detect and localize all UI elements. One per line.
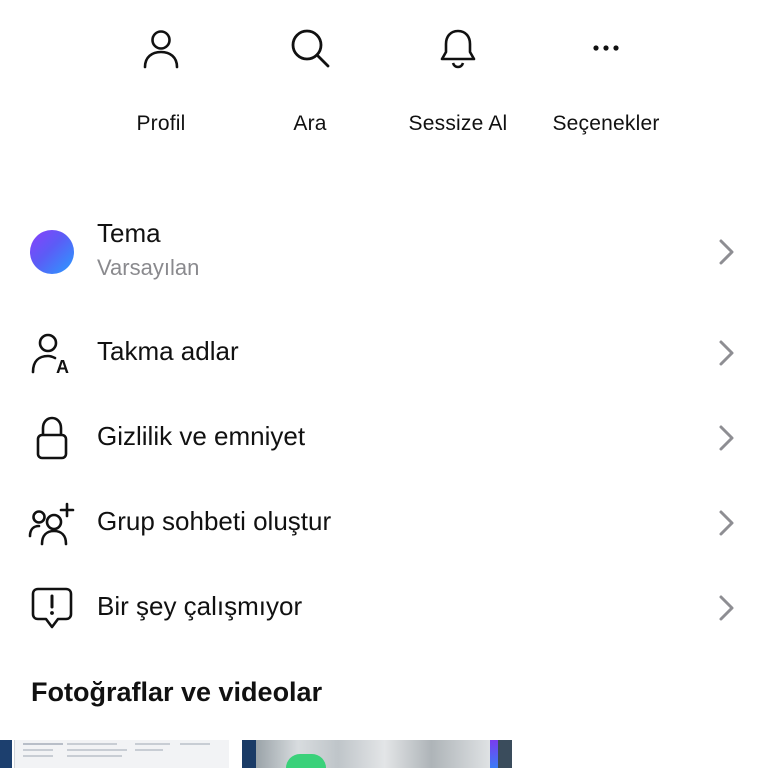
- media-thumbnail[interactable]: [242, 740, 256, 768]
- bell-icon: [383, 24, 533, 72]
- options-button[interactable]: Seçenekler: [531, 24, 681, 136]
- group-add-icon: [28, 499, 76, 547]
- search-button[interactable]: Ara: [235, 24, 385, 136]
- options-label: Seçenekler: [552, 112, 660, 135]
- search-label: Ara: [293, 112, 327, 135]
- profile-label: Profil: [136, 112, 186, 135]
- theme-title: Tema: [97, 218, 161, 248]
- quick-actions-bar: Profil Ara Sessize Al Seçenekler: [0, 0, 768, 140]
- report-problem-row[interactable]: Bir şey çalışmıyor: [0, 577, 768, 639]
- theme-subtitle: Varsayılan: [97, 255, 200, 280]
- media-thumbnail[interactable]: [490, 740, 498, 768]
- nickname-icon: A: [28, 329, 76, 377]
- svg-text:A: A: [56, 357, 69, 376]
- chevron-right-icon: [719, 510, 734, 536]
- media-thumbnail[interactable]: [14, 740, 229, 768]
- profile-button[interactable]: Profil: [86, 24, 236, 136]
- more-icon: [531, 24, 681, 72]
- chevron-right-icon: [719, 239, 734, 265]
- report-problem-icon: [28, 584, 76, 632]
- theme-row[interactable]: Tema Varsayılan: [0, 210, 768, 294]
- chevron-right-icon: [719, 340, 734, 366]
- person-icon: [86, 24, 236, 72]
- mute-label: Sessize Al: [408, 112, 508, 135]
- chevron-right-icon: [719, 425, 734, 451]
- media-thumbnail[interactable]: [498, 740, 512, 768]
- nicknames-title: Takma adlar: [97, 336, 239, 366]
- nicknames-row[interactable]: A Takma adlar: [0, 322, 768, 384]
- media-thumbnail-strip: [0, 740, 768, 768]
- theme-gradient-dot: [28, 228, 76, 276]
- mute-button[interactable]: Sessize Al: [383, 24, 533, 136]
- lock-icon: [28, 414, 76, 462]
- search-icon: [235, 24, 385, 72]
- create-group-title: Grup sohbeti oluştur: [97, 506, 332, 536]
- privacy-title: Gizlilik ve emniyet: [97, 421, 306, 451]
- report-problem-title: Bir şey çalışmıyor: [97, 591, 303, 621]
- media-thumbnail[interactable]: [0, 740, 12, 768]
- privacy-row[interactable]: Gizlilik ve emniyet: [0, 407, 768, 469]
- create-group-row[interactable]: Grup sohbeti oluştur: [0, 492, 768, 554]
- media-thumbnail[interactable]: [256, 740, 490, 768]
- media-section-title: Fotoğraflar ve videolar: [31, 677, 323, 707]
- chevron-right-icon: [719, 595, 734, 621]
